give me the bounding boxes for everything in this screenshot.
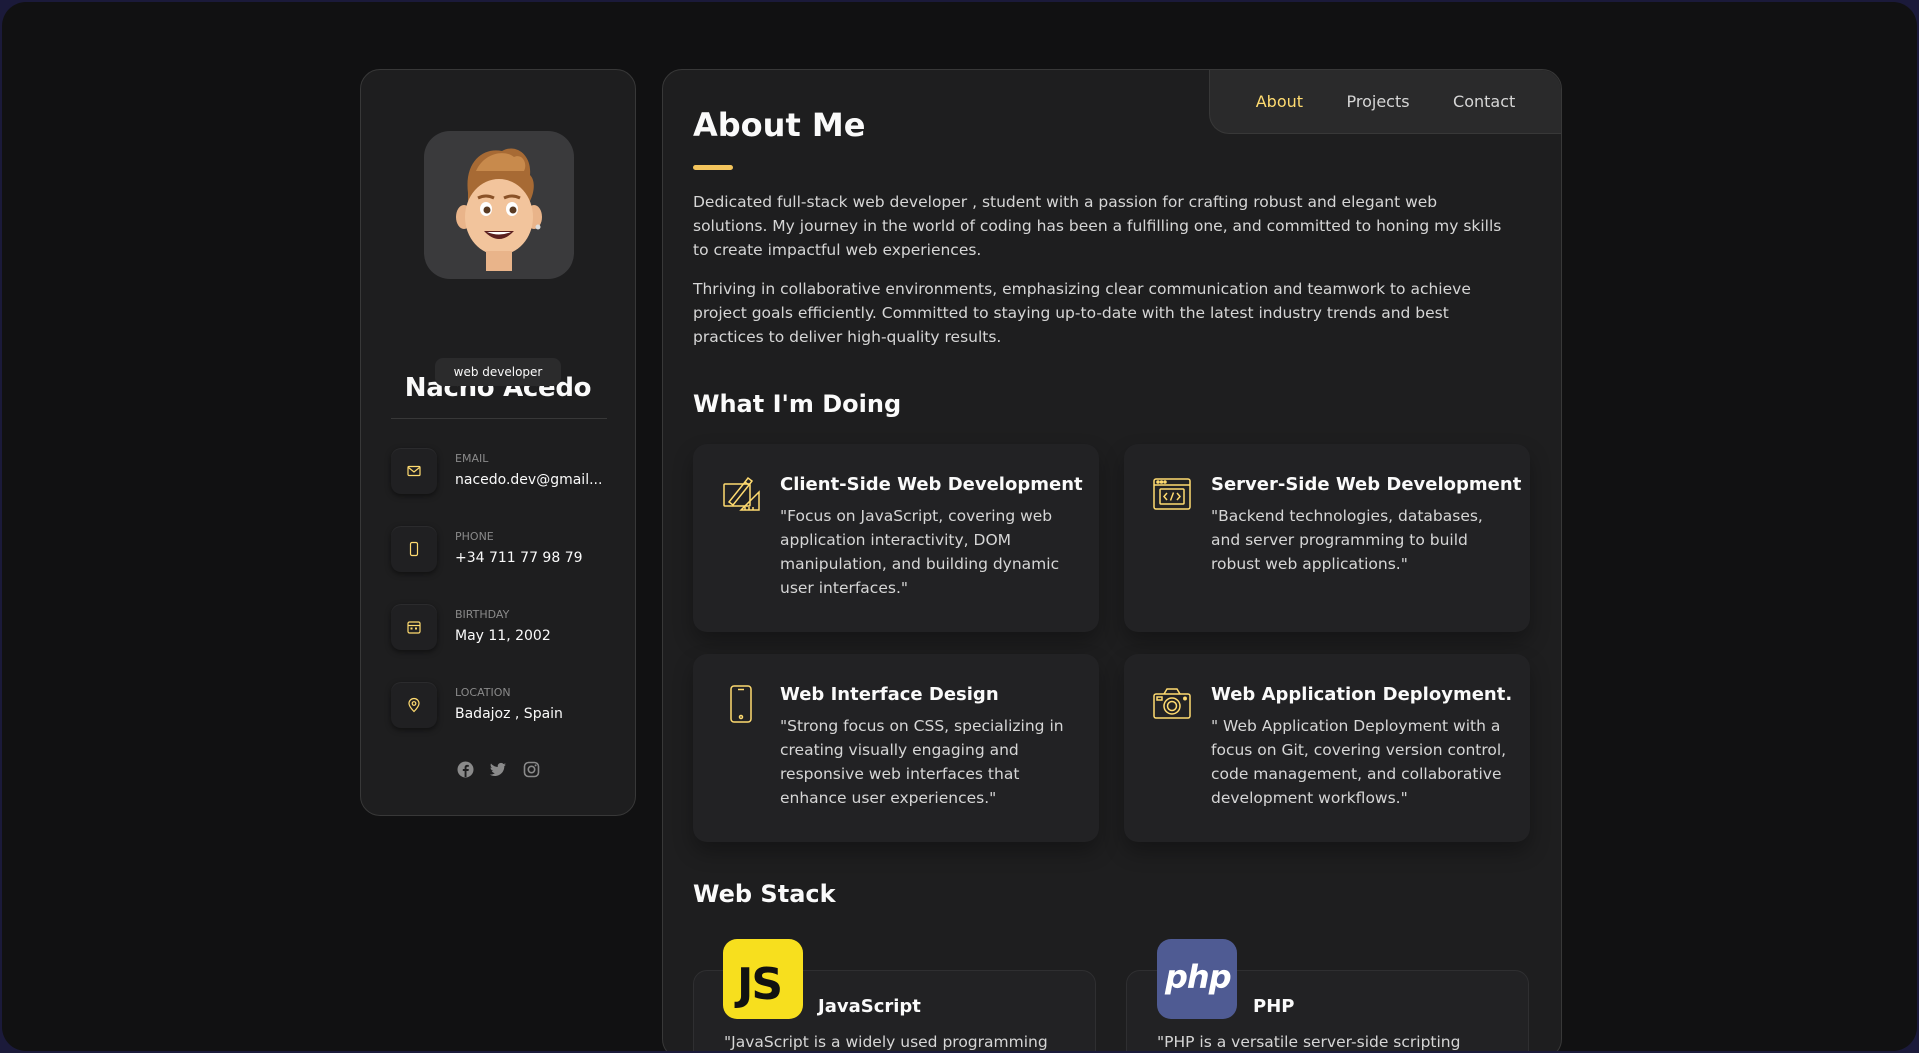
services-title: What I'm Doing — [693, 390, 902, 418]
service-card: Server-Side Web Development "Backend tec… — [1124, 444, 1530, 632]
logo-text: JS — [737, 959, 783, 1010]
service-text: " Web Application Deployment with a focu… — [1211, 717, 1507, 807]
page-title: About Me — [693, 106, 866, 144]
service-text: "Strong focus on CSS, specializing in cr… — [780, 717, 1064, 807]
nav-projects[interactable]: Projects — [1346, 92, 1409, 111]
nav-contact[interactable]: Contact — [1453, 92, 1515, 111]
camera-icon — [1152, 684, 1192, 724]
design-tools-icon — [721, 474, 761, 514]
stack-text: "PHP is a versatile server-side scriptin… — [1157, 1033, 1461, 1051]
javascript-logo: JS — [723, 939, 803, 1019]
service-title: Web Interface Design — [780, 684, 999, 705]
stack-title: Web Stack — [693, 880, 836, 908]
stack-text: "JavaScript is a widely used programming — [724, 1033, 1048, 1051]
contact-label: LOCATION — [455, 686, 511, 699]
about-paragraph: Dedicated full-stack web developer , stu… — [693, 193, 1502, 259]
service-title: Client-Side Web Development — [780, 474, 1083, 495]
birthday-value: May 11, 2002 — [455, 628, 551, 644]
profile-sidebar: Nacho Acedo web developer EMAIL nacedo.d… — [360, 69, 636, 816]
calendar-icon — [391, 604, 437, 650]
smartphone-icon — [721, 684, 761, 724]
contact-label: BIRTHDAY — [455, 608, 510, 621]
php-logo: php — [1157, 939, 1237, 1019]
phone-link[interactable]: +34 711 77 98 79 — [455, 550, 583, 566]
about-text: Dedicated full-stack web developer , stu… — [693, 190, 1513, 364]
service-card: Web Interface Design "Strong focus on CS… — [693, 654, 1099, 842]
contact-location: LOCATION Badajoz , Spain — [391, 682, 621, 732]
stack-item-title: PHP — [1253, 996, 1295, 1017]
service-card: Client-Side Web Development "Focus on Ja… — [693, 444, 1099, 632]
social-links — [361, 760, 635, 779]
service-card: Web Application Deployment. " Web Applic… — [1124, 654, 1530, 842]
service-title: Server-Side Web Development — [1211, 474, 1522, 495]
instagram-icon[interactable] — [522, 760, 541, 779]
title-underline — [693, 165, 733, 170]
role-badge: web developer — [435, 358, 561, 386]
service-text: "Backend technologies, databases, and se… — [1211, 507, 1483, 573]
contact-label: EMAIL — [455, 452, 489, 465]
contact-label: PHONE — [455, 530, 494, 543]
nav-about[interactable]: About — [1256, 92, 1303, 111]
email-link[interactable]: nacedo.dev@gmail... — [455, 472, 602, 488]
avatar — [424, 131, 574, 279]
sidebar-divider — [391, 418, 607, 419]
logo-text: php — [1165, 958, 1232, 996]
location-pin-icon — [391, 682, 437, 728]
service-title: Web Application Deployment. — [1211, 684, 1513, 705]
facebook-icon[interactable] — [456, 760, 475, 779]
about-paragraph: Thriving in collaborative environments, … — [693, 280, 1471, 346]
contact-email: EMAIL nacedo.dev@gmail... — [391, 448, 621, 498]
app-window: Nacho Acedo web developer EMAIL nacedo.d… — [2, 2, 1917, 1051]
service-text: "Focus on JavaScript, covering web appli… — [780, 507, 1060, 597]
mail-icon — [391, 448, 437, 494]
contact-phone: PHONE +34 711 77 98 79 — [391, 526, 621, 576]
stack-item-title: JavaScript — [818, 996, 921, 1017]
contact-birthday: BIRTHDAY May 11, 2002 — [391, 604, 621, 654]
location-value: Badajoz , Spain — [455, 706, 563, 722]
code-window-icon — [1152, 474, 1192, 514]
twitter-icon[interactable] — [489, 760, 508, 779]
phone-icon — [391, 526, 437, 572]
top-navbar: About Projects Contact — [1209, 70, 1561, 134]
main-panel: About Projects Contact About Me Dedicate… — [662, 69, 1562, 1051]
